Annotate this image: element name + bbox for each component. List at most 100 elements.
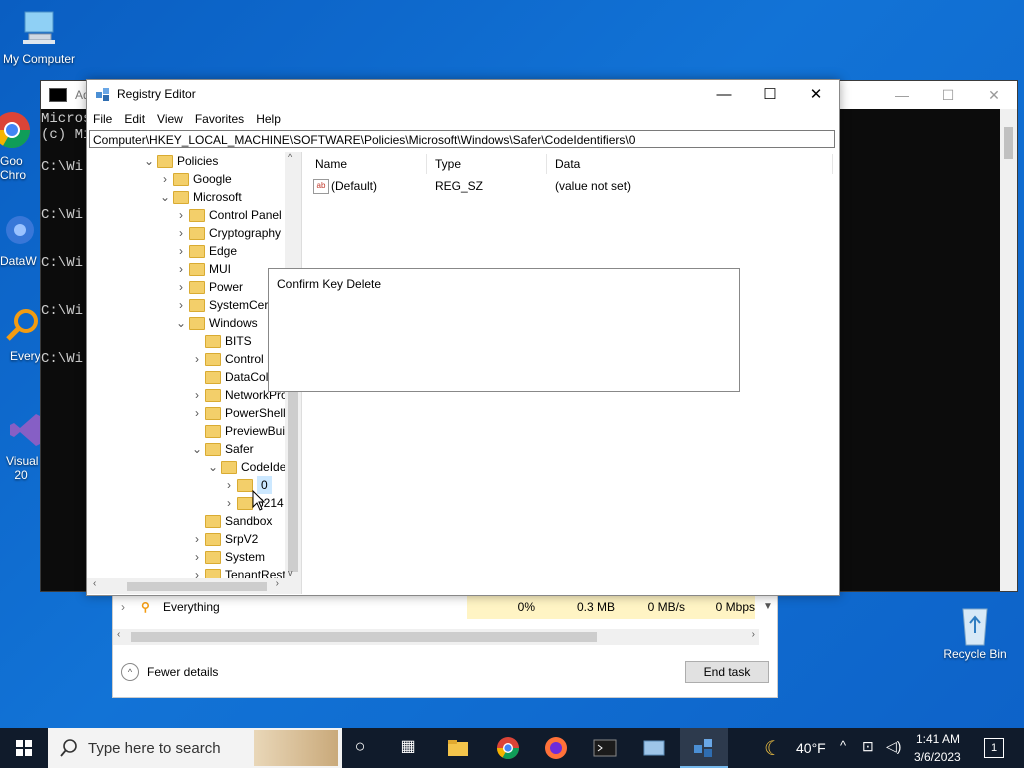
screenshot-tool-icon[interactable] xyxy=(642,736,666,760)
tree-node[interactable]: › Google xyxy=(159,170,232,188)
maximize-icon[interactable]: ☐ xyxy=(925,81,971,109)
tree-node[interactable]: ⌄ Safer xyxy=(191,440,254,458)
start-button[interactable] xyxy=(0,728,48,768)
menu-favorites[interactable]: Favorites xyxy=(189,112,250,126)
search-icon xyxy=(60,739,77,757)
chevron-right-icon[interactable]: › xyxy=(175,206,187,224)
chevron-right-icon[interactable]: › xyxy=(223,494,235,512)
tree-node[interactable]: › Control Panel xyxy=(175,206,282,224)
close-icon[interactable]: ✕ xyxy=(793,80,839,108)
volume-icon[interactable]: ◁) xyxy=(886,738,901,755)
chevron-right-icon[interactable]: › xyxy=(175,242,187,260)
terminal-icon[interactable] xyxy=(593,736,617,760)
tree-node[interactable]: › Cryptography xyxy=(175,224,281,242)
firefox-icon[interactable] xyxy=(544,736,568,760)
clock-time[interactable]: 1:41 AM xyxy=(916,732,960,746)
chevron-down-icon[interactable]: ⌄ xyxy=(191,440,203,458)
tree-node[interactable]: › PowerShell xyxy=(191,404,286,422)
tree-node[interactable]: ⌄ CodeIde xyxy=(207,458,286,476)
string-value-icon: ab xyxy=(313,179,329,194)
desktop-icon-chrome[interactable]: Goo Chro xyxy=(0,110,42,182)
fewer-details-button[interactable]: ^ Fewer details xyxy=(121,663,218,681)
notification-center-button[interactable]: 1 xyxy=(984,738,1004,758)
folder-icon xyxy=(189,208,205,222)
tree-horizontal-scrollbar[interactable]: ‹ › xyxy=(87,578,301,594)
confirm-key-delete-dialog[interactable]: Confirm Key Delete xyxy=(268,268,740,392)
chevron-right-icon[interactable]: › xyxy=(175,296,187,314)
menu-view[interactable]: View xyxy=(151,112,189,126)
tree-node[interactable]: › MUI xyxy=(175,260,231,278)
task-view-icon[interactable]: ○ xyxy=(348,736,372,760)
scroll-left-icon[interactable]: ‹ xyxy=(117,629,120,640)
menu-edit[interactable]: Edit xyxy=(118,112,151,126)
value-row[interactable]: ab (Default) REG_SZ (value not set) xyxy=(307,176,833,196)
value-type: REG_SZ xyxy=(435,179,484,193)
chevron-right-icon[interactable]: › xyxy=(191,530,203,548)
taskbar-search-box[interactable]: Type here to search xyxy=(48,728,342,768)
scrollbar-thumb[interactable] xyxy=(131,632,597,642)
process-row[interactable]: › ⚲ Everything 0% 0.3 MB 0 MB/s 0 Mbps ▼ xyxy=(113,595,777,619)
scroll-right-icon[interactable]: › xyxy=(276,578,279,589)
chevron-right-icon[interactable]: › xyxy=(159,170,171,188)
tree-node[interactable]: › SrpV2 xyxy=(191,530,258,548)
file-explorer-icon[interactable] xyxy=(446,736,470,760)
tree-node[interactable]: ⌄ Policies xyxy=(143,152,218,170)
minimize-icon[interactable]: — xyxy=(701,80,747,108)
close-icon[interactable]: ✕ xyxy=(971,81,1017,109)
folder-icon xyxy=(205,370,221,384)
clock-date[interactable]: 3/6/2023 xyxy=(914,750,961,764)
chevron-right-icon[interactable]: › xyxy=(175,278,187,296)
regedit-titlebar[interactable]: Registry Editor — ☐ ✕ xyxy=(87,80,839,108)
menu-help[interactable]: Help xyxy=(250,112,287,126)
scrollbar-thumb[interactable] xyxy=(127,582,267,591)
chevron-right-icon[interactable]: › xyxy=(175,260,187,278)
maximize-icon[interactable]: ☐ xyxy=(747,80,793,108)
horizontal-scrollbar[interactable]: ‹ › xyxy=(113,629,759,645)
tree-node[interactable]: ⌄ Microsoft xyxy=(159,188,242,206)
address-bar[interactable]: Computer\HKEY_LOCAL_MACHINE\SOFTWARE\Pol… xyxy=(89,130,835,148)
chevron-down-icon[interactable]: ⌄ xyxy=(159,188,171,206)
network-icon[interactable]: ⊡ xyxy=(862,738,874,755)
chevron-down-icon[interactable]: ⌄ xyxy=(207,458,219,476)
task-manager-window[interactable]: › ⚲ Everything 0% 0.3 MB 0 MB/s 0 Mbps ▼… xyxy=(112,594,778,698)
chevron-right-icon[interactable]: › xyxy=(191,350,203,368)
menu-file[interactable]: File xyxy=(87,112,118,126)
column-header-data[interactable]: Data xyxy=(547,154,833,174)
column-header-type[interactable]: Type xyxy=(427,154,547,174)
tree-node[interactable]: ⌄ Windows xyxy=(175,314,258,332)
minimize-icon[interactable]: — xyxy=(879,81,925,109)
scroll-up-icon[interactable]: ^ xyxy=(288,152,292,162)
chevron-right-icon[interactable]: › xyxy=(175,224,187,242)
widgets-icon[interactable]: ▦ xyxy=(396,736,420,760)
chevron-right-icon[interactable]: › xyxy=(191,386,203,404)
tree-node[interactable]: › System xyxy=(191,548,265,566)
weather-temp[interactable]: 40°F xyxy=(796,740,826,756)
show-hidden-icons-icon[interactable]: ^ xyxy=(840,738,846,753)
folder-icon xyxy=(173,190,189,204)
column-header-name[interactable]: Name xyxy=(307,154,427,174)
cmd-scrollbar[interactable] xyxy=(1000,109,1017,591)
chevron-down-icon[interactable]: ⌄ xyxy=(143,152,155,170)
weather-moon-icon[interactable]: ☾ xyxy=(764,736,782,761)
tree-node[interactable]: BITS xyxy=(191,332,252,350)
folder-icon xyxy=(205,352,221,366)
chevron-right-icon[interactable]: › xyxy=(191,548,203,566)
tree-node[interactable]: › Power xyxy=(175,278,243,296)
chevron-down-icon[interactable]: ⌄ xyxy=(175,314,187,332)
tree-node-label: MUI xyxy=(209,262,231,276)
chevron-right-icon[interactable]: › xyxy=(191,404,203,422)
scroll-down-icon[interactable]: v xyxy=(288,568,293,578)
scrollbar-thumb[interactable] xyxy=(1004,127,1013,159)
end-task-button[interactable]: End task xyxy=(685,661,769,683)
desktop-icon-recycle-bin[interactable]: Recycle Bin xyxy=(937,603,1013,661)
chevron-right-icon[interactable]: › xyxy=(121,595,125,619)
scroll-down-icon[interactable]: ▼ xyxy=(763,595,773,619)
regedit-taskbar-button[interactable] xyxy=(680,728,728,768)
chevron-right-icon[interactable]: › xyxy=(223,476,235,494)
scroll-left-icon[interactable]: ‹ xyxy=(93,578,96,589)
scroll-right-icon[interactable]: › xyxy=(752,629,755,640)
tree-node[interactable]: PreviewBui xyxy=(191,422,285,440)
chrome-icon[interactable] xyxy=(496,736,520,760)
tree-node[interactable]: › Edge xyxy=(175,242,237,260)
desktop-icon-my-computer[interactable]: My Computer xyxy=(1,8,77,66)
